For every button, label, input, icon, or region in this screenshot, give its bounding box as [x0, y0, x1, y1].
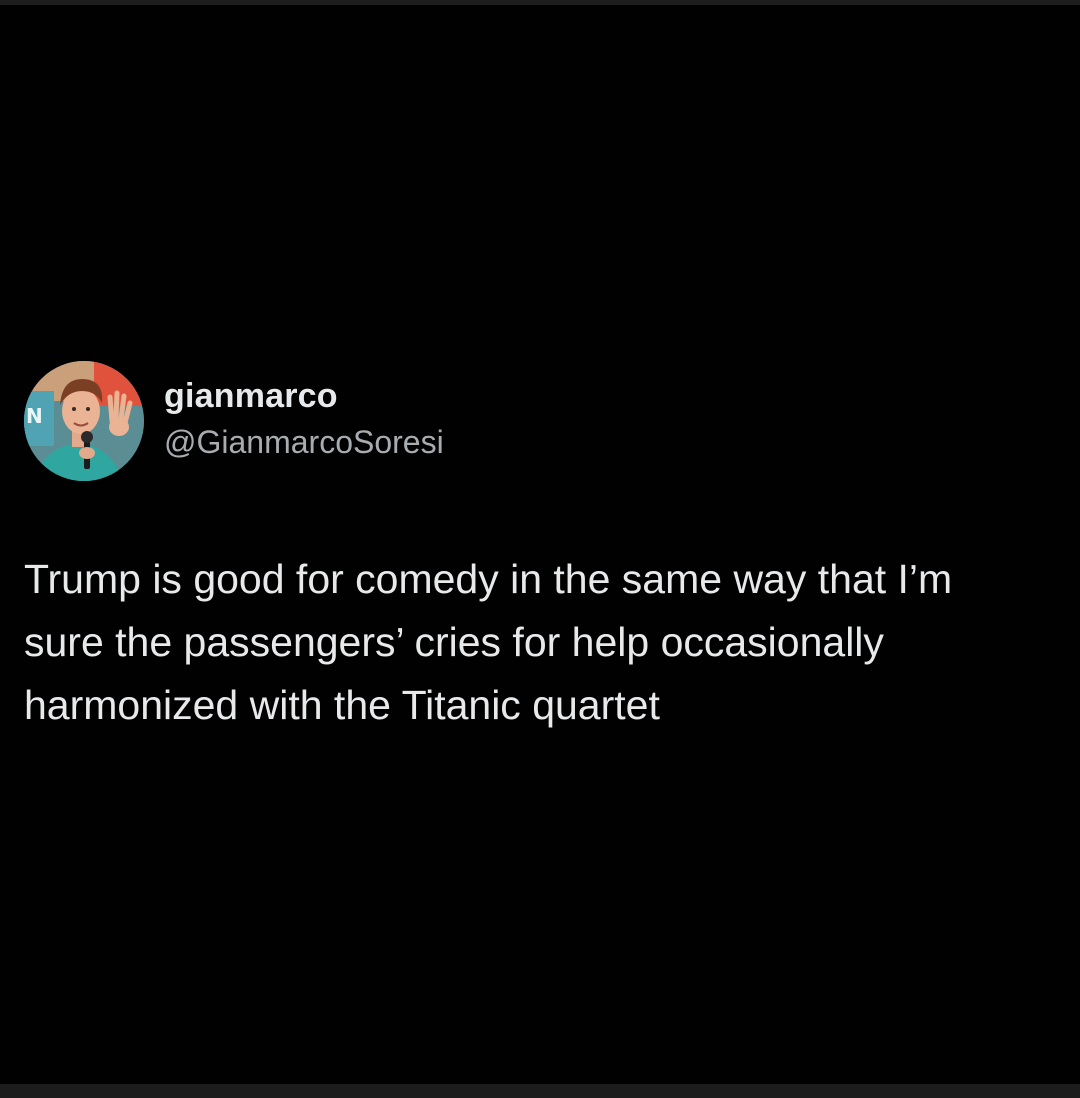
tweet-header: N gianmarco @GianmarcoSoresi	[24, 360, 1064, 482]
avatar[interactable]: N	[24, 361, 144, 481]
profile-photo-icon: N	[24, 361, 144, 481]
author-handle[interactable]: @GianmarcoSoresi	[164, 420, 444, 464]
author-names: gianmarco @GianmarcoSoresi	[164, 374, 444, 464]
tweet-screenshot: N gianmarco @GianmarcoSoresi Trump is go…	[0, 0, 1080, 1098]
bottom-edge-bar	[0, 1084, 1080, 1098]
tweet-text: Trump is good for comedy in the same way…	[24, 556, 953, 728]
tweet-card: N gianmarco @GianmarcoSoresi Trump is go…	[24, 360, 1064, 737]
top-edge-bar	[0, 0, 1080, 5]
author-display-name[interactable]: gianmarco	[164, 374, 444, 418]
svg-text:N: N	[26, 404, 43, 428]
